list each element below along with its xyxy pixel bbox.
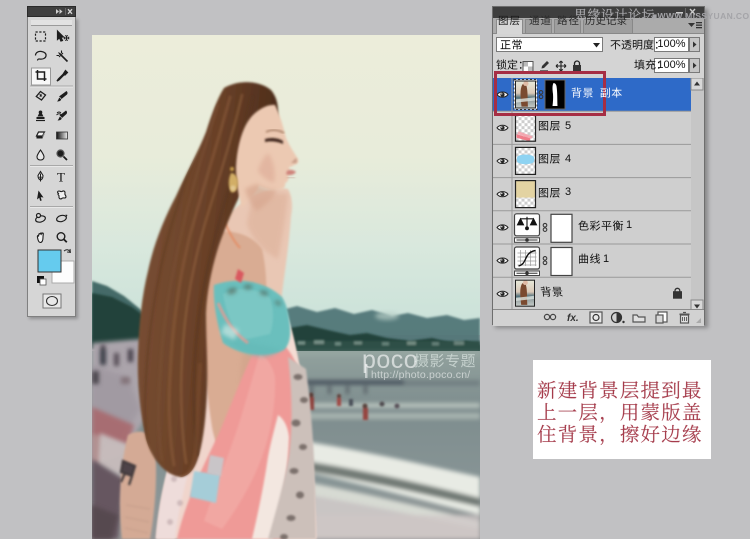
svg-text:T: T (57, 170, 65, 185)
svg-text:fx.: fx. (567, 313, 579, 324)
